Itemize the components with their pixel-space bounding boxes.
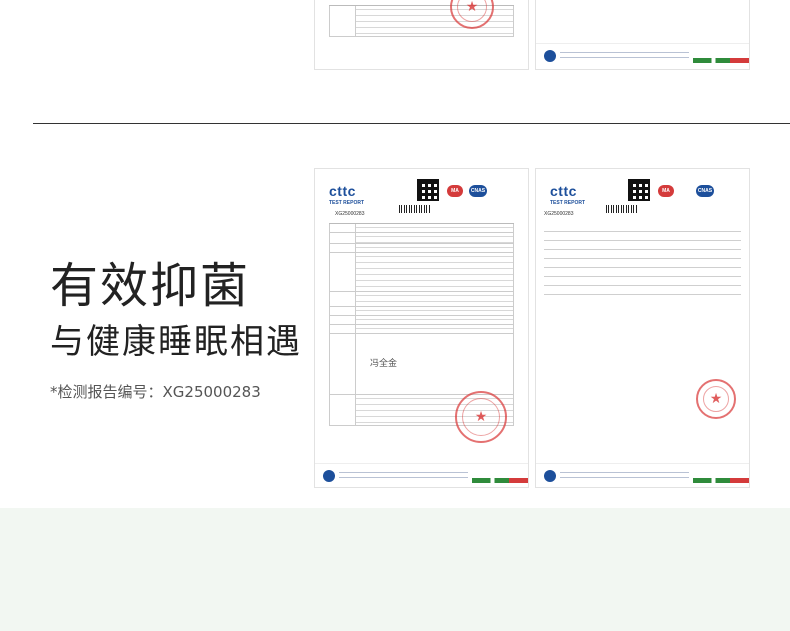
report-footer (536, 43, 749, 67)
report-page-top-right (535, 0, 750, 70)
report-footer (315, 463, 528, 487)
cnas-badge: CNAS (696, 185, 714, 197)
qr-code (417, 179, 439, 201)
barcode (606, 205, 638, 213)
brand-logo: cttc TEST REPORT (329, 183, 365, 206)
ma-badge: MA (658, 185, 674, 197)
report-footer (536, 463, 749, 487)
report-number: XG25000283 (544, 211, 574, 217)
report-page-4: cttc TEST REPORT MA CNAS XG25000283 ★ (535, 168, 750, 488)
qr-code (628, 179, 650, 201)
report-page-1: cttc TEST REPORT MA CNAS XG25000283 冯全金 … (314, 168, 529, 488)
headline-main: 有效抑菌 (50, 258, 251, 314)
report-number: XG25000283 (335, 211, 365, 217)
cnas-badge: CNAS (469, 185, 487, 197)
bottom-band (0, 508, 790, 631)
headline-sub: 与健康睡眠相遇 (50, 322, 302, 362)
report-number-caption: *检测报告编号：XG25000283 (50, 383, 261, 401)
barcode (399, 205, 431, 213)
seal-stamp: ★ (696, 379, 736, 419)
ma-badge: MA (447, 185, 463, 197)
signature: 冯全金 (370, 359, 398, 369)
section-divider (33, 123, 790, 124)
seal-stamp: ★ (455, 391, 507, 443)
report-page-top-left: ★ (314, 0, 529, 70)
brand-logo: cttc TEST REPORT (550, 183, 586, 206)
